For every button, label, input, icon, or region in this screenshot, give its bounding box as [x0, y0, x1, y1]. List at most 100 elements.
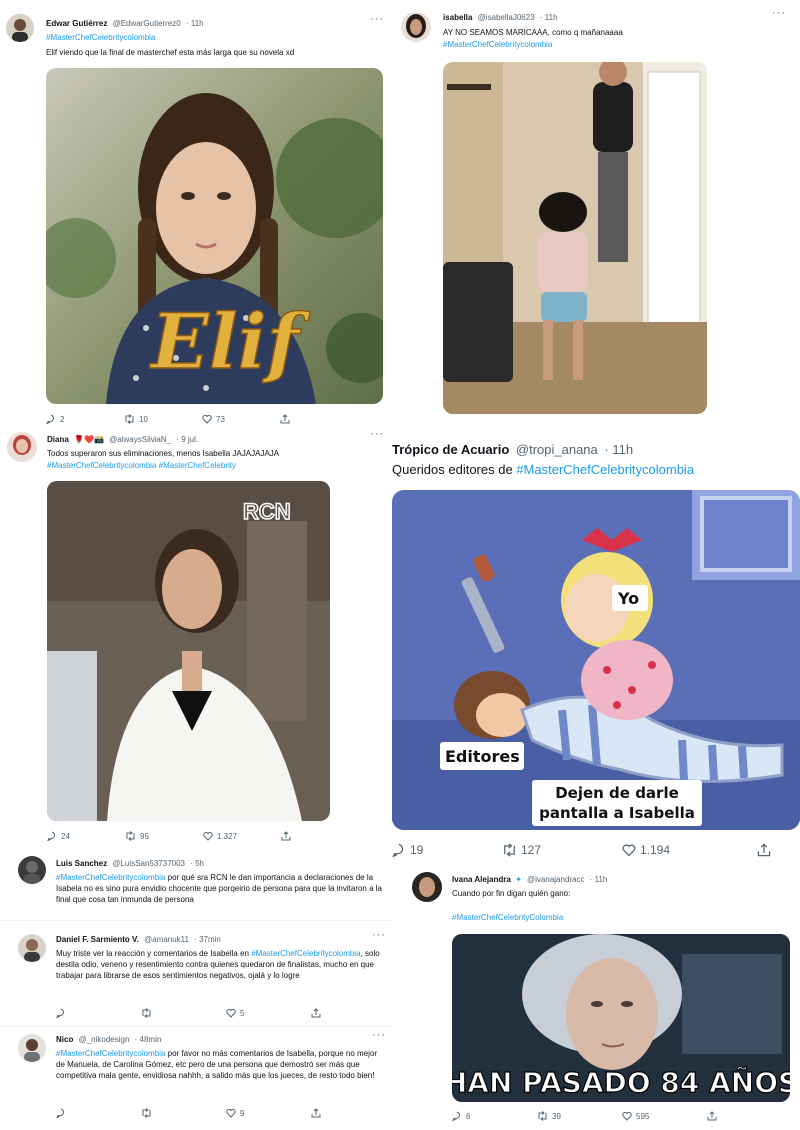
retweet-icon: [538, 1111, 547, 1121]
tweet-time[interactable]: · 48min: [135, 1035, 162, 1044]
author-handle[interactable]: @_nikodesign: [79, 1035, 130, 1044]
author-handle[interactable]: @ivanajandracc: [527, 875, 584, 884]
more-options-icon[interactable]: ···: [372, 1029, 386, 1041]
like-button[interactable]: 73: [202, 414, 280, 424]
tweet-actions: 6 39 595: [452, 1111, 752, 1121]
meme-caption: HAN PASADO 84 AÑOS: [452, 1065, 790, 1099]
author-name[interactable]: Daniel F. Sarmiento V.: [56, 935, 139, 944]
share-button[interactable]: [280, 414, 290, 424]
more-options-icon[interactable]: ···: [370, 428, 384, 440]
avatar[interactable]: [6, 14, 34, 42]
tweet-hashtag[interactable]: #MasterChefCelebritycolombia: [46, 32, 155, 43]
reply-button[interactable]: 19: [392, 843, 502, 857]
tweet-hashtags[interactable]: #MasterChefCelebritycolombia #MasterChef…: [47, 460, 377, 471]
tweet-time[interactable]: · 9 jul.: [176, 435, 198, 444]
tweet-time[interactable]: · 11h: [590, 875, 608, 884]
avatar[interactable]: [18, 934, 46, 962]
author-handle[interactable]: @LuisSan53737003: [112, 859, 185, 868]
more-options-icon[interactable]: ···: [772, 7, 786, 19]
tweet-hashtag[interactable]: #MasterChefCelebritycolombia: [56, 873, 165, 882]
reply-button[interactable]: 24: [47, 831, 125, 841]
like-button[interactable]: 9: [226, 1108, 311, 1118]
tweet-panel-thread: Luis Sanchez @LuisSan53737003 · 5h #Mast…: [0, 848, 392, 1130]
reply-icon: [56, 1008, 64, 1018]
share-button[interactable]: [311, 1108, 321, 1118]
avatar[interactable]: [18, 1034, 46, 1062]
tweet-header: Ivana Alejandra ✦ @ivanajandracc · 11h: [452, 874, 607, 885]
tweet-panel-ivana: Ivana Alejandra ✦ @ivanajandracc · 11h C…: [400, 868, 800, 1130]
like-button[interactable]: 1.194: [622, 843, 757, 857]
like-button[interactable]: 5: [226, 1008, 311, 1018]
tweet-media-cartoon-meme[interactable]: Yo Editores Dejen de darle pantalla a Is…: [392, 490, 800, 830]
elif-title: Elif: [149, 297, 311, 386]
tweet-time[interactable]: · 11h: [604, 442, 633, 457]
share-button[interactable]: [281, 831, 291, 841]
reply-button[interactable]: 2: [46, 414, 124, 424]
tweet-text: Cuando por fin digan quién gano:: [452, 889, 571, 898]
tweet-text: Muy triste ver la reacción y comentarios…: [56, 949, 380, 980]
author-handle[interactable]: @EdwarGutierrez0: [113, 19, 181, 28]
retweet-button[interactable]: [141, 1108, 226, 1118]
tweet-panel-edwar: Edwar Gutiérrez @EdwarGutierrez0 · 11h ·…: [0, 0, 392, 428]
author-name[interactable]: isabella: [443, 13, 472, 22]
retweet-button[interactable]: 127: [502, 843, 622, 857]
tweet-text: #MasterChefCelebritycolombia por qué sra…: [56, 873, 382, 904]
share-icon: [311, 1008, 321, 1018]
reply-button[interactable]: 6: [452, 1111, 537, 1121]
tweet-media-elif[interactable]: Elif: [46, 68, 383, 404]
author-handle[interactable]: @tropi_anana: [516, 442, 598, 457]
retweet-button[interactable]: 10: [124, 414, 202, 424]
tweet-hashtag[interactable]: #MasterChefCelebritycolombia: [251, 949, 360, 958]
retweet-icon: [142, 1108, 151, 1118]
more-options-icon[interactable]: ···: [370, 13, 384, 25]
avatar[interactable]: [401, 12, 431, 42]
more-options-icon[interactable]: ···: [372, 929, 386, 941]
author-handle[interactable]: @alwaysSilviaN_: [109, 435, 171, 444]
tweet-time[interactable]: · 11h: [540, 13, 558, 22]
tweet-hashtag[interactable]: #MasterChefCelebritycolombia: [56, 1049, 165, 1058]
tweet-panel-tropico: Trópico de Acuario @tropi_anana · 11h Qu…: [392, 430, 800, 868]
author-handle[interactable]: @amanuk11: [144, 935, 189, 944]
tweet-time[interactable]: · 11h: [186, 19, 204, 28]
rcn-watermark: RCN: [243, 499, 291, 524]
tweet-text: Todos superaron sus eliminaciones, menos…: [47, 449, 280, 458]
share-button[interactable]: [757, 843, 771, 857]
divider: [0, 1026, 392, 1027]
tweet-media-titanic-meme[interactable]: HAN PASADO 84 AÑOS: [452, 934, 790, 1102]
reply-icon: [47, 831, 55, 841]
author-name[interactable]: Luis Sanchez: [56, 859, 107, 868]
avatar[interactable]: [7, 432, 37, 462]
share-button[interactable]: [707, 1111, 717, 1121]
tweet-hashtag[interactable]: #MasterChefCelebritycolombia: [443, 39, 552, 50]
tweet-media-video[interactable]: [443, 62, 707, 414]
share-button[interactable]: [311, 1008, 321, 1018]
like-button[interactable]: 1.327: [203, 831, 281, 841]
reply-icon: [452, 1111, 460, 1121]
reply-icon: [392, 843, 404, 857]
author-name[interactable]: Trópico de Acuario: [392, 442, 509, 457]
author-handle[interactable]: @isabellaJ0623: [478, 13, 535, 22]
tweet-text: Elif viendo que la final de masterchef e…: [46, 48, 295, 57]
author-name[interactable]: Edwar Gutiérrez: [46, 19, 107, 28]
heart-icon: [203, 831, 213, 841]
retweet-button[interactable]: 39: [537, 1111, 622, 1121]
tweet-media-interview[interactable]: RCN: [47, 481, 330, 821]
retweet-button[interactable]: 95: [125, 831, 203, 841]
tweet-hashtag[interactable]: #MasterChefCelebritycolombia: [516, 462, 694, 477]
tweet-text: AY NO SEAMOS MARICAAA, como q mañanaaaa: [443, 28, 623, 37]
avatar[interactable]: [18, 856, 46, 884]
tweet-header: Nico @_nikodesign · 48min: [56, 1034, 161, 1045]
tweet-header: Edwar Gutiérrez @EdwarGutierrez0 · 11h: [46, 18, 204, 29]
author-name[interactable]: Nico: [56, 1035, 73, 1044]
tweet-time[interactable]: · 5h: [190, 859, 204, 868]
tweet-time[interactable]: · 37min: [194, 935, 221, 944]
tweet-actions: 9: [56, 1108, 356, 1118]
reply-button[interactable]: [56, 1008, 141, 1018]
avatar[interactable]: [412, 872, 442, 902]
tweet-hashtag[interactable]: #MasterChefCelebrityColombia: [452, 912, 563, 923]
reply-button[interactable]: [56, 1108, 141, 1118]
retweet-button[interactable]: [141, 1008, 226, 1018]
author-name[interactable]: Ivana Alejandra: [452, 875, 511, 884]
like-button[interactable]: 595: [622, 1111, 707, 1121]
author-name[interactable]: Diana: [47, 435, 69, 444]
